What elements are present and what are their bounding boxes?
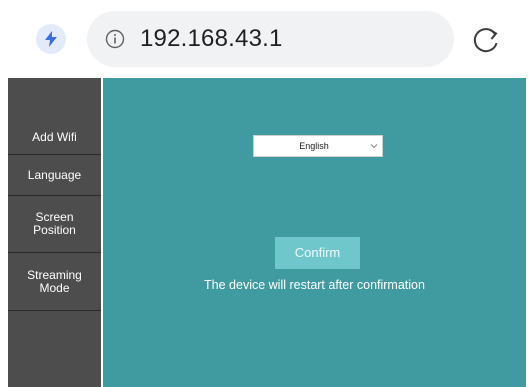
site-badge[interactable]: [36, 24, 66, 54]
reload-icon[interactable]: [471, 25, 501, 55]
page-body: Add Wifi Language Screen Position Stream…: [0, 78, 530, 387]
language-select-value: English: [299, 141, 329, 151]
url-text[interactable]: 192.168.43.1: [140, 23, 283, 55]
restart-notice: The device will restart after confirmati…: [204, 278, 425, 292]
chevron-down-icon: [370, 144, 378, 149]
address-bar[interactable]: 192.168.43.1: [87, 11, 454, 67]
language-select[interactable]: English: [253, 135, 383, 157]
confirm-button[interactable]: Confirm: [275, 237, 360, 269]
sidebar-item-add-wifi[interactable]: Add Wifi: [8, 121, 101, 155]
sidebar: Add Wifi Language Screen Position Stream…: [8, 78, 101, 387]
sidebar-item-screen-position[interactable]: Screen Position: [8, 196, 101, 253]
browser-toolbar: 192.168.43.1: [0, 0, 530, 78]
info-icon[interactable]: [105, 29, 125, 49]
sidebar-item-streaming-mode[interactable]: Streaming Mode: [8, 253, 101, 311]
main-content: English Confirm The device will restart …: [103, 78, 526, 387]
lightning-bolt-icon: [45, 31, 57, 47]
sidebar-item-language[interactable]: Language: [8, 155, 101, 196]
